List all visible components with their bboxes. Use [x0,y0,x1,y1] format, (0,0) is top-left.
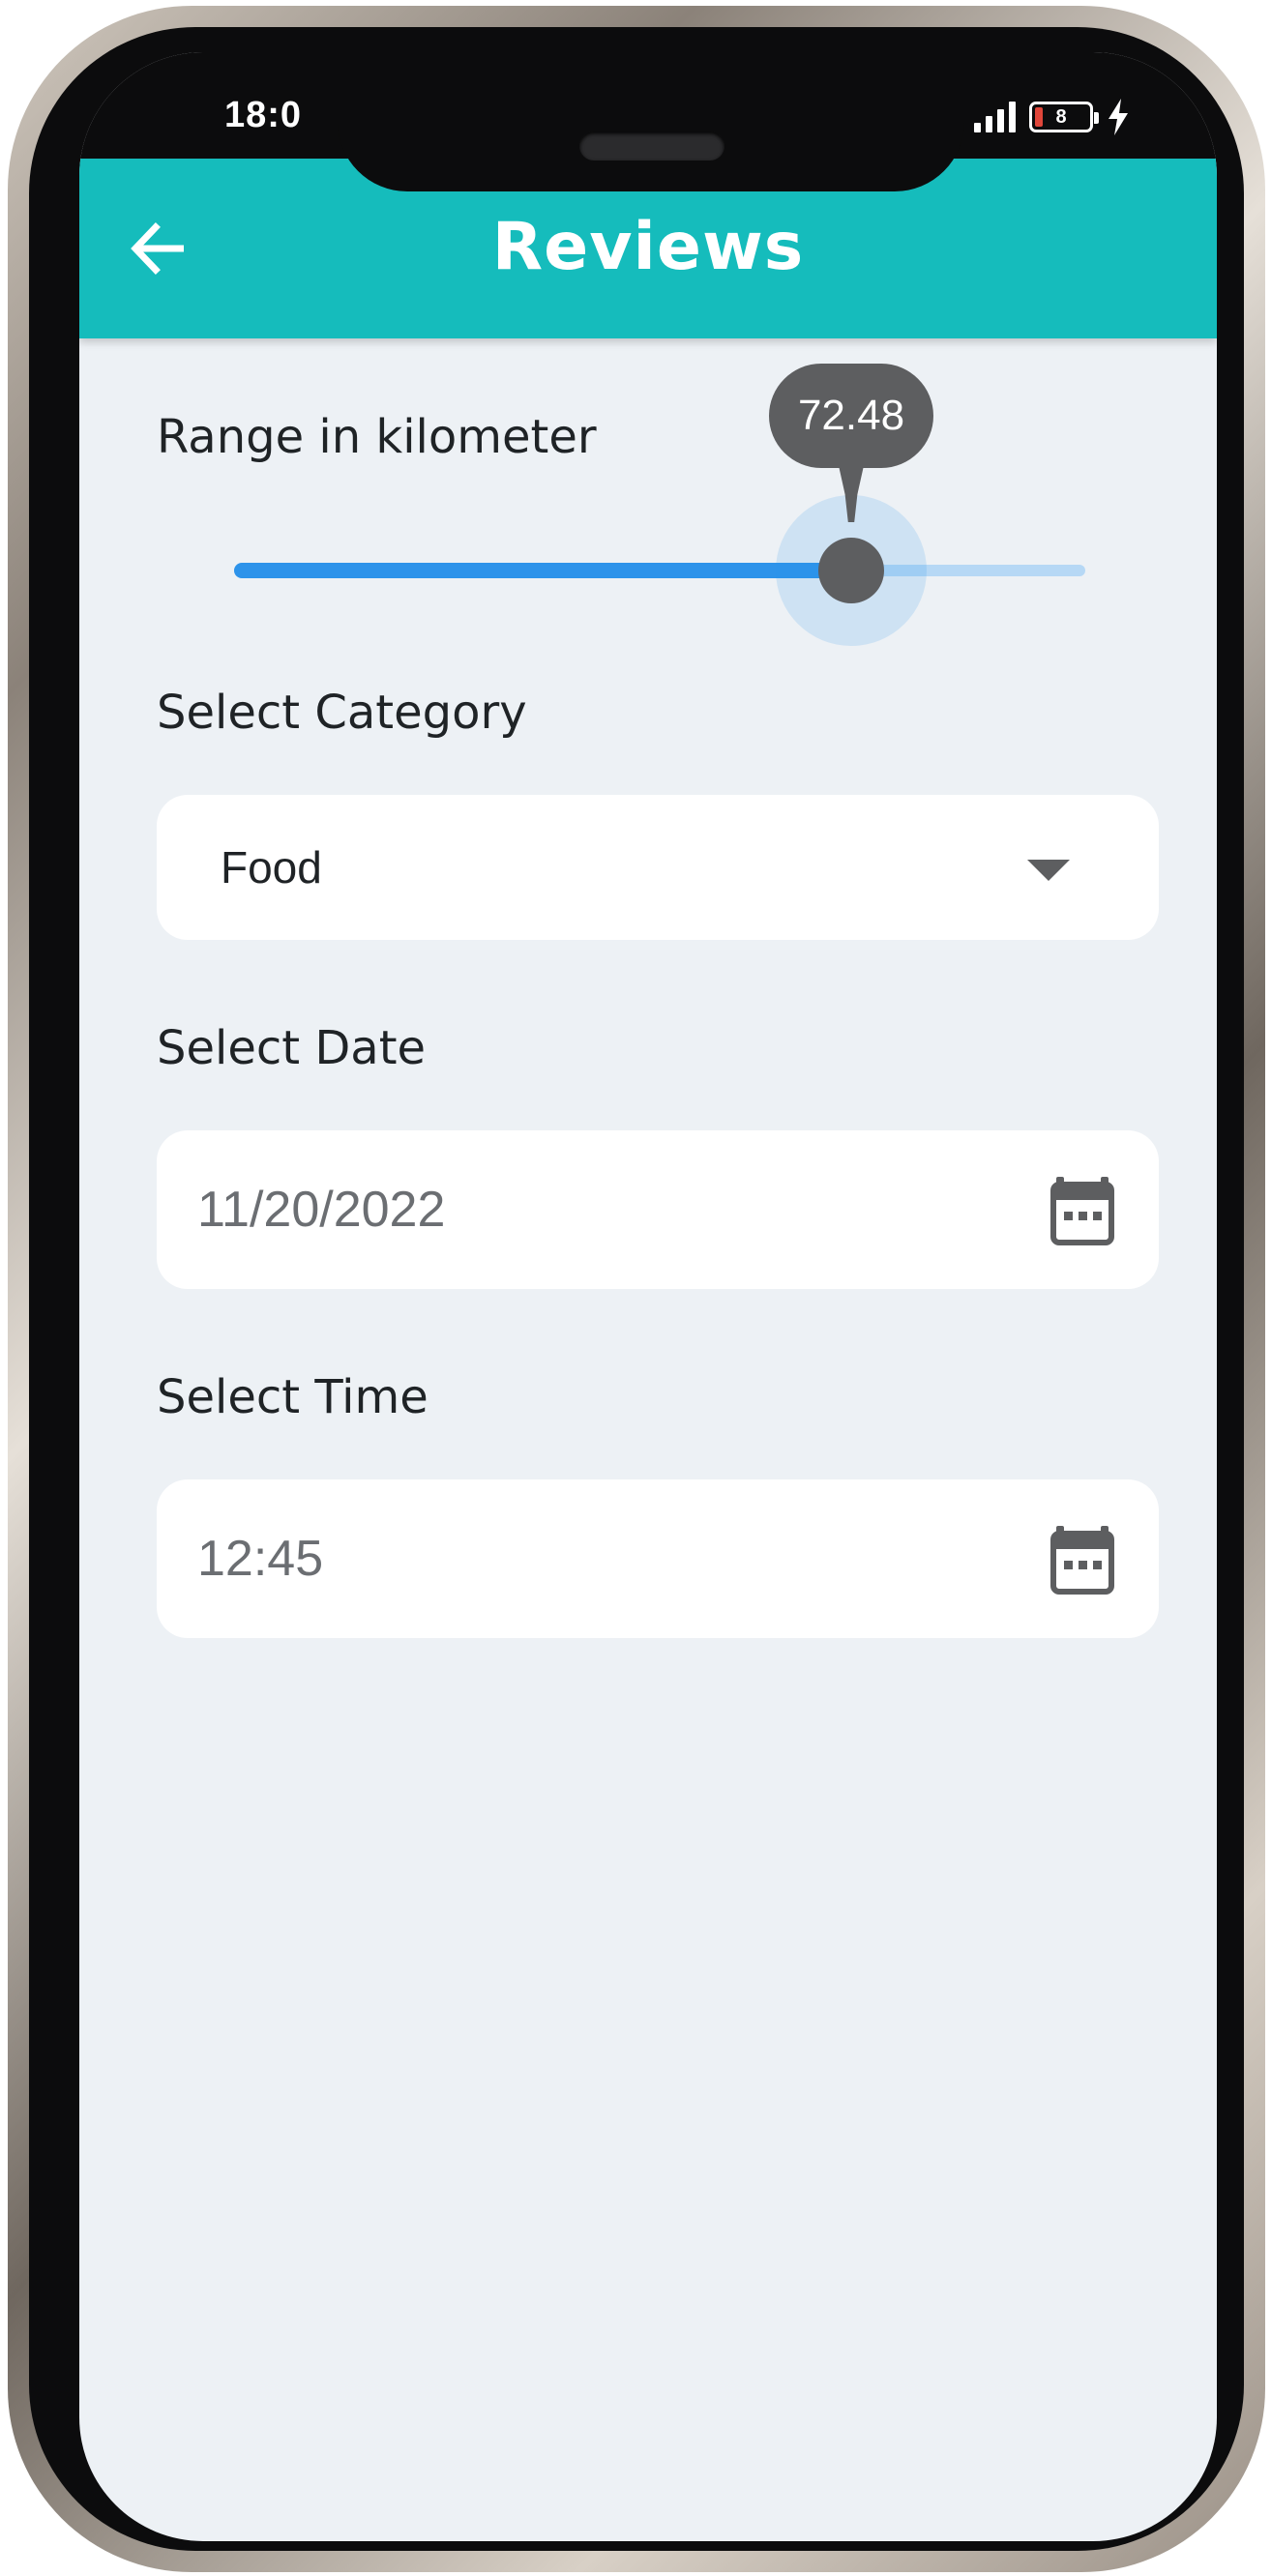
calendar-icon[interactable] [1050,1522,1114,1595]
battery-percent: 8 [1055,105,1067,128]
phone-body: 18:0 8 Reviews Range in kilometer 72.48 … [29,27,1244,2551]
screen: 18:0 8 Reviews Range in kilometer 72.48 … [79,52,1217,2541]
range-slider[interactable]: 72.48 [234,364,1085,646]
battery-level [1035,107,1043,127]
category-selected-value: Food [221,842,322,893]
category-label: Select Category [157,686,527,740]
signal-icon [974,102,1016,132]
slider-active-track [234,563,851,578]
date-label: Select Date [157,1021,427,1075]
status-icons: 8 [974,99,1130,135]
slider-value: 72.48 [769,364,933,468]
slider-value-tooltip: 72.48 [769,364,933,522]
page-title: Reviews [491,209,805,285]
speaker-grille [579,132,724,161]
time-label: Select Time [157,1370,429,1424]
phone-frame: 18:0 8 Reviews Range in kilometer 72.48 … [8,6,1265,2572]
date-value: 11/20/2022 [197,1182,446,1238]
battery-icon: 8 [1029,102,1099,132]
charging-bolt-icon [1108,99,1128,135]
range-label: Range in kilometer [157,410,597,464]
category-dropdown[interactable]: Food [157,795,1159,940]
calendar-icon[interactable] [1050,1173,1114,1246]
status-time: 18:0 [224,95,303,135]
notch [338,52,964,191]
slider-thumb[interactable] [818,538,884,603]
dropdown-arrow-icon [1027,860,1070,881]
time-field[interactable]: 12:45 [157,1479,1159,1638]
date-field[interactable]: 11/20/2022 [157,1130,1159,1289]
time-value: 12:45 [197,1531,324,1587]
